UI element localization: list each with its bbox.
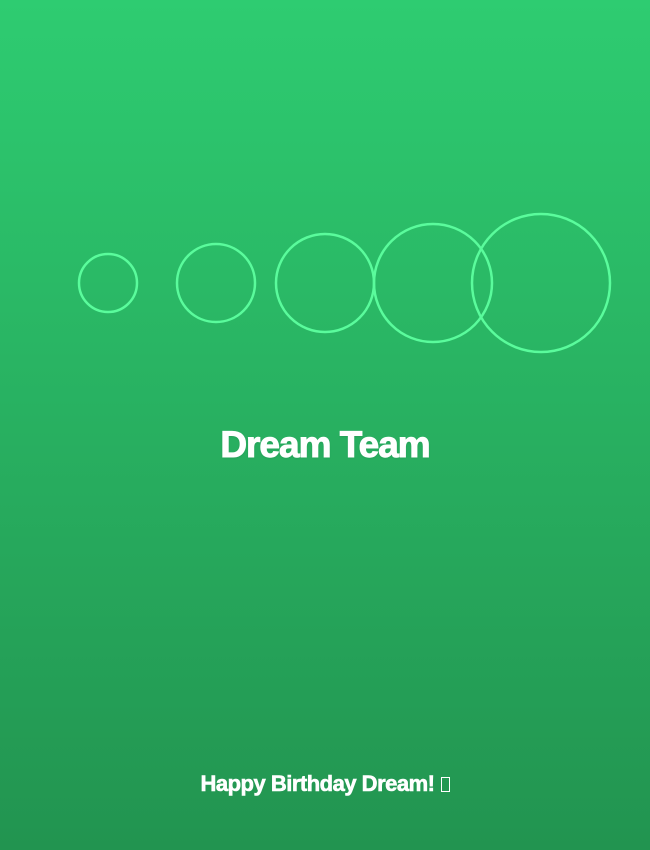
card-title: Dream Team [220,424,431,466]
missing-glyph-icon [440,777,450,792]
birthday-message: Happy Birthday Dream! [200,771,435,797]
birthday-card: Dream Team Happy Birthday Dream! [0,0,650,850]
birthday-message-line: Happy Birthday Dream! [0,770,650,798]
